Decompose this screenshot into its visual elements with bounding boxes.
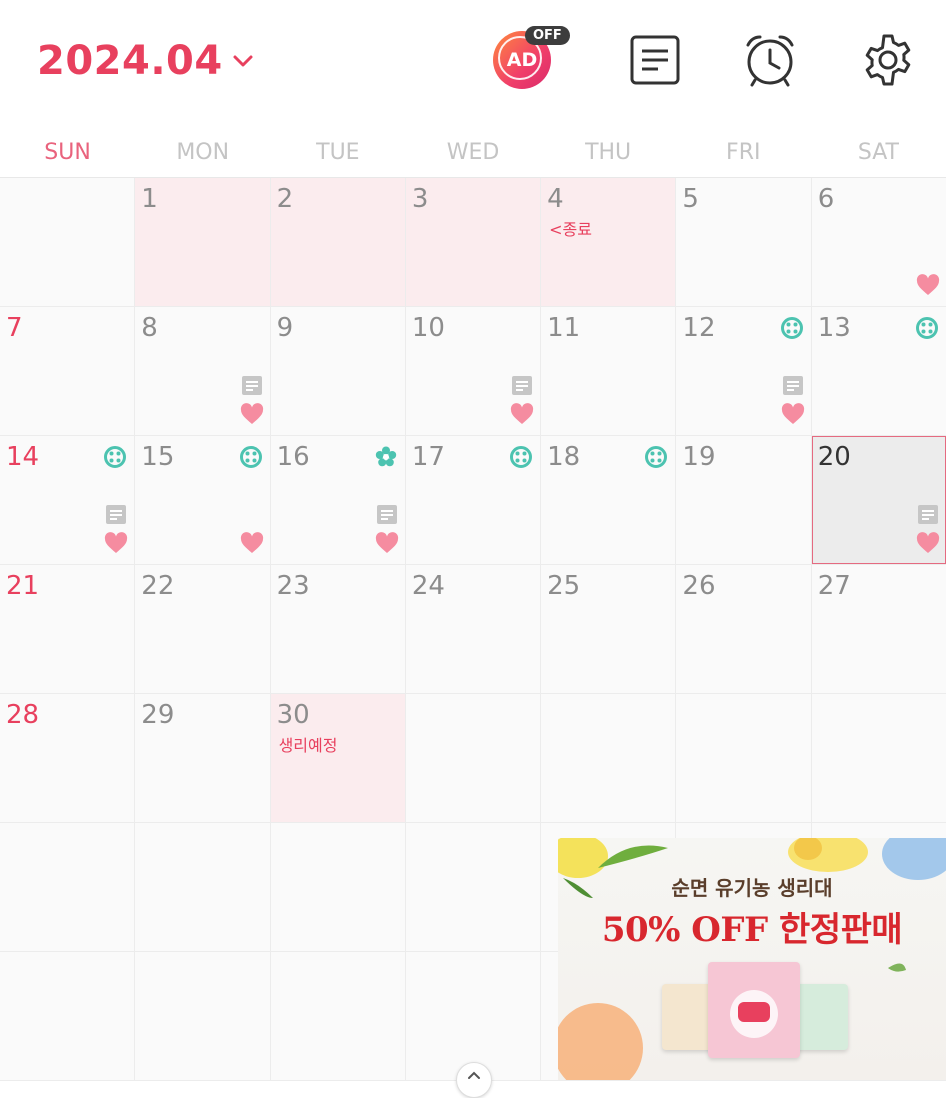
calendar-week: 7 8 9 10 11 12 13 — [0, 307, 946, 436]
calendar-empty-cell — [676, 694, 812, 822]
memo-icon — [512, 376, 533, 395]
calendar-empty-cell — [0, 178, 136, 306]
calendar-week: 1 2 3 4 <종료 5 6 — [0, 178, 946, 307]
memo-icon — [917, 505, 938, 524]
calendar-day-11[interactable]: 11 — [541, 307, 677, 435]
pill-icon — [645, 446, 668, 468]
calendar-empty-cell — [135, 952, 271, 1080]
calendar-day-19[interactable]: 19 — [676, 436, 812, 564]
calendar-week: 14 15 16 17 18 19 20 — [0, 436, 946, 565]
memo-icon — [106, 505, 127, 524]
calendar-day-26[interactable]: 26 — [676, 565, 812, 693]
ad-banner[interactable]: 순면 유기농 생리대 50% OFF 한정판매 — [558, 838, 946, 1080]
calendar-day-8[interactable]: 8 — [135, 307, 271, 435]
ad-subtitle: 순면 유기농 생리대 — [671, 876, 833, 900]
weekday-tue: TUE — [316, 140, 360, 165]
alarm-clock-icon — [746, 35, 794, 87]
calendar-empty-cell — [0, 952, 136, 1080]
calendar-day-16[interactable]: 16 — [270, 436, 406, 564]
calendar-empty-cell — [270, 823, 406, 951]
calendar-day-15[interactable]: 15 — [135, 436, 271, 564]
weekday-sat: SAT — [857, 140, 899, 165]
calendar-day-5[interactable]: 5 — [676, 178, 812, 306]
calendar-empty-cell — [541, 694, 677, 822]
calendar-empty-cell — [405, 823, 542, 951]
calendar-day-9[interactable]: 9 — [270, 307, 406, 435]
calendar-day-10[interactable]: 10 — [405, 307, 542, 435]
pill-icon — [510, 446, 533, 468]
calendar-empty-cell — [811, 694, 946, 822]
calendar-day-30[interactable]: 30 생리예정 — [270, 694, 406, 822]
pill-icon — [239, 446, 262, 468]
calendar-day-12[interactable]: 12 — [676, 307, 812, 435]
calendar-day-3[interactable]: 3 — [405, 178, 542, 306]
calendar-week: 21 22 23 24 25 26 27 — [0, 565, 946, 694]
calendar-empty-cell — [405, 952, 542, 1080]
calendar-day-29[interactable]: 29 — [135, 694, 271, 822]
weekday-fri: FRI — [726, 140, 761, 165]
heart-icon — [916, 274, 940, 295]
calendar-day-7[interactable]: 7 — [0, 307, 136, 435]
calendar-day-22[interactable]: 22 — [135, 565, 271, 693]
heart-icon — [916, 532, 940, 553]
heart-icon — [105, 532, 128, 553]
memo-icon — [782, 376, 803, 395]
calendar-empty-cell — [405, 694, 542, 822]
product-pack-center — [708, 962, 800, 1058]
pill-icon — [915, 317, 938, 339]
calendar-day-25[interactable]: 25 — [541, 565, 677, 693]
calendar-day-28[interactable]: 28 — [0, 694, 136, 822]
expected-period-label: 생리예정 — [278, 736, 338, 755]
weekday-mon: MON — [176, 140, 230, 165]
heart-icon — [240, 403, 263, 424]
calendar-day-23[interactable]: 23 — [270, 565, 406, 693]
app-header: 2024.04 AD OFF — [0, 0, 946, 125]
weekday-thu: THU — [585, 140, 632, 165]
memo-icon — [241, 376, 262, 395]
weekday-sun: SUN — [44, 140, 91, 165]
calendar-day-13[interactable]: 13 — [811, 307, 946, 435]
heart-icon — [375, 532, 398, 553]
calendar-day-6[interactable]: 6 — [811, 178, 946, 306]
calendar-day-21[interactable]: 21 — [0, 565, 136, 693]
calendar-day-27[interactable]: 27 — [811, 565, 946, 693]
alarm-button[interactable] — [740, 30, 800, 90]
calendar-empty-cell — [135, 823, 271, 951]
ad-off-badge: OFF — [525, 26, 570, 45]
memo-list-button[interactable] — [625, 30, 685, 90]
memo-icon — [376, 505, 397, 524]
heart-icon — [510, 403, 534, 424]
weekday-wed: WED — [446, 140, 500, 165]
ad-headline: 50% OFF 한정판매 — [601, 910, 903, 950]
heart-icon — [240, 532, 263, 553]
pill-icon — [104, 446, 127, 468]
weekday-header: SUN MON TUE WED THU FRI SAT — [0, 130, 946, 176]
calendar-day-2[interactable]: 2 — [270, 178, 406, 306]
period-end-label: <종료 — [549, 220, 592, 239]
scroll-up-button[interactable] — [456, 1062, 492, 1098]
calendar-day-14[interactable]: 14 — [0, 436, 136, 564]
gear-icon — [865, 34, 911, 86]
settings-button[interactable] — [858, 30, 918, 90]
list-icon — [630, 35, 680, 85]
month-label: 2024.04 — [37, 38, 223, 84]
calendar-week: 28 29 30 생리예정 — [0, 694, 946, 823]
chevron-down-icon — [233, 55, 253, 67]
pill-icon — [780, 317, 803, 339]
heart-icon — [781, 403, 804, 424]
calendar-day-20-today[interactable]: 20 — [811, 436, 946, 564]
calendar-empty-cell — [0, 823, 136, 951]
calendar-day-17[interactable]: 17 — [405, 436, 542, 564]
calendar-day-18[interactable]: 18 — [541, 436, 677, 564]
calendar-day-24[interactable]: 24 — [405, 565, 542, 693]
calendar-empty-cell — [270, 952, 406, 1080]
chevron-up-icon — [468, 1071, 480, 1079]
calendar-day-1[interactable]: 1 — [135, 178, 271, 306]
ovulation-flower-icon — [375, 446, 397, 467]
calendar-day-4[interactable]: 4 <종료 — [541, 178, 677, 306]
month-selector[interactable]: 2024.04 — [37, 38, 255, 84]
